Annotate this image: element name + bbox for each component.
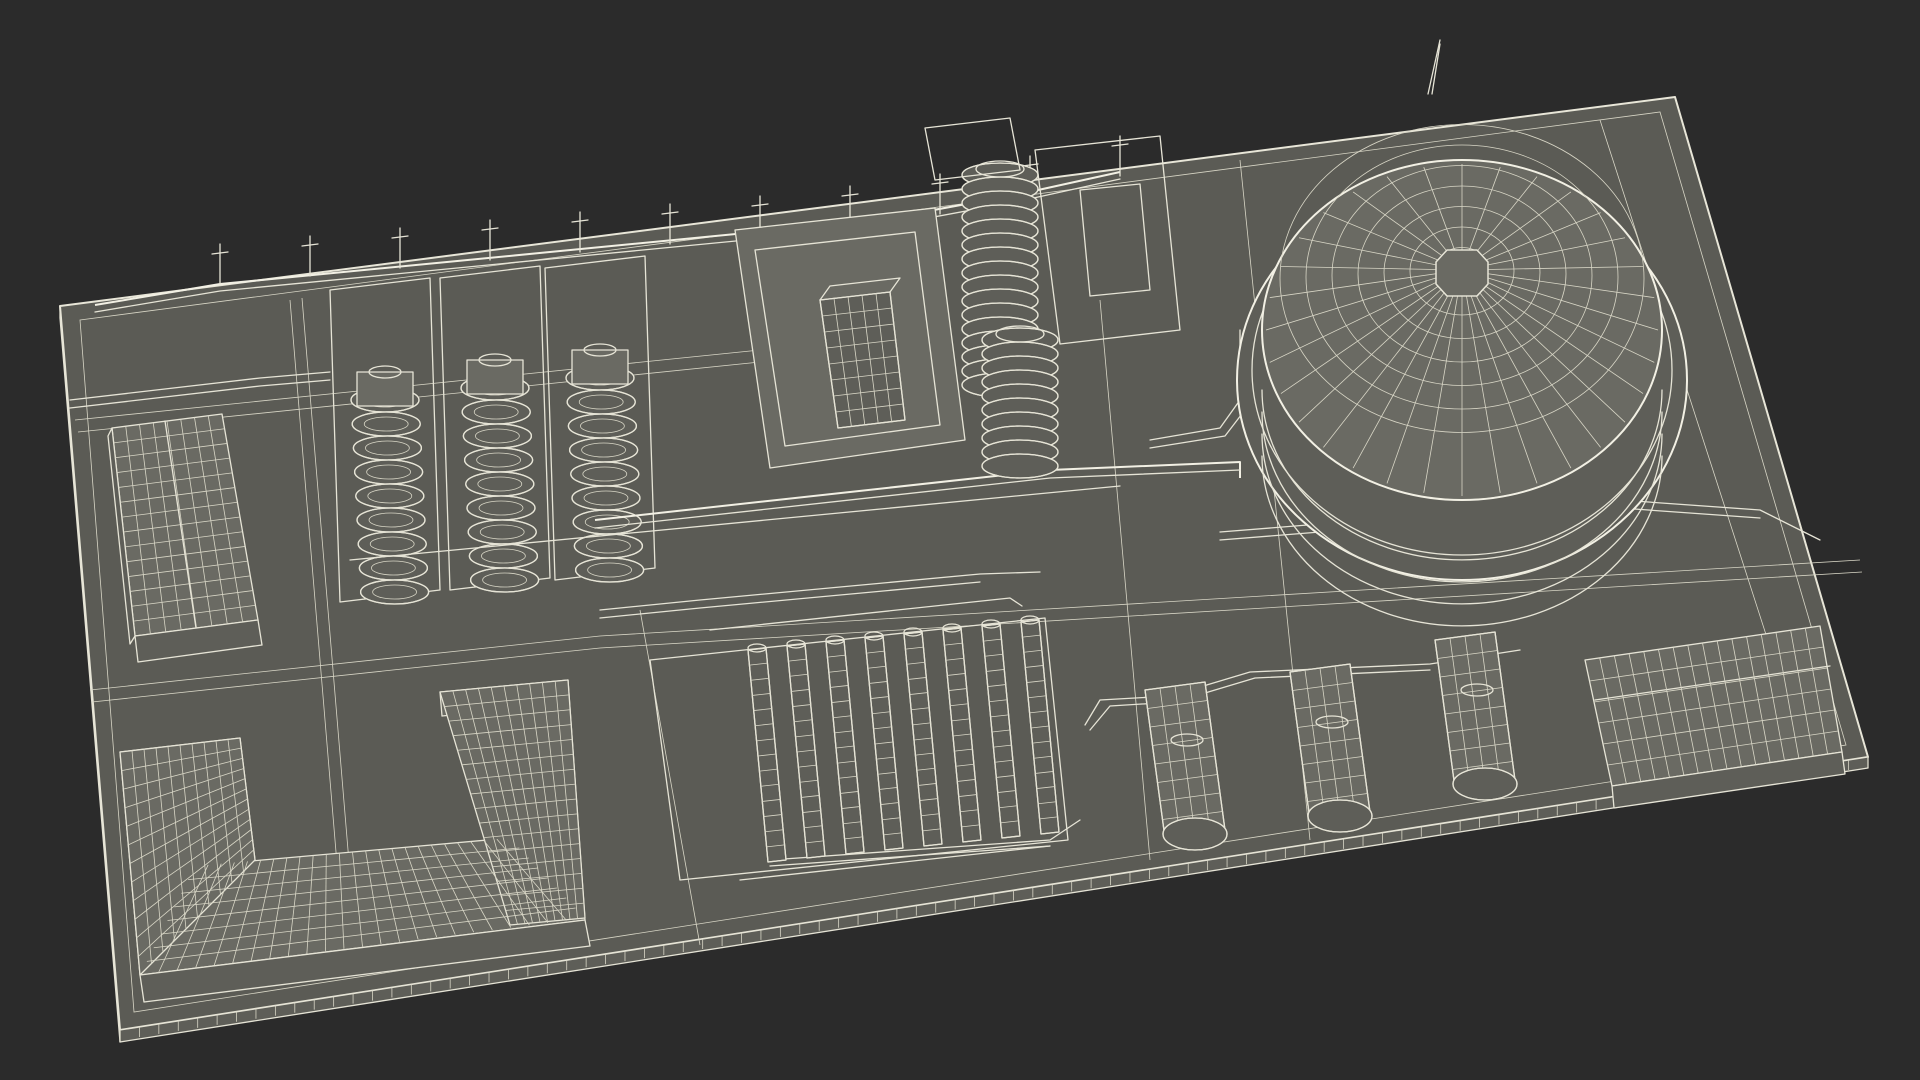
wireframe-plant-render <box>59 39 1869 1043</box>
render-viewport <box>0 0 1920 1080</box>
antenna <box>1427 39 1441 95</box>
